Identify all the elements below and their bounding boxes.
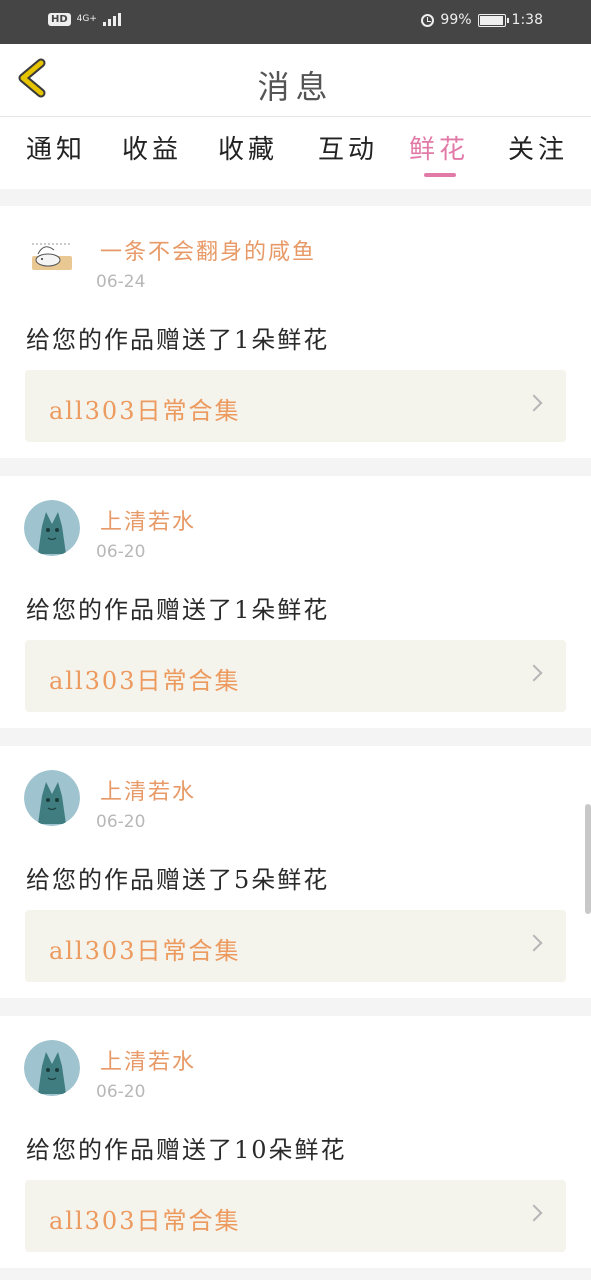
- avatar[interactable]: [24, 500, 80, 556]
- network-label: 4G+: [76, 13, 97, 24]
- tab-bar: 通知 收益 收藏 互动 鲜花 关注: [0, 117, 591, 189]
- work-link[interactable]: all303日常合集: [25, 640, 566, 712]
- alarm-icon: [421, 13, 435, 27]
- cat-avatar-icon: [24, 770, 80, 826]
- battery-icon: [477, 13, 509, 27]
- app-header: 消息: [0, 44, 591, 117]
- network-type: 4G+: [76, 13, 97, 24]
- tab-interactions[interactable]: 互动: [318, 129, 378, 166]
- message-text: 给您的作品赠送了1朵鲜花: [26, 326, 330, 354]
- message-date: 06-20: [96, 1082, 146, 1102]
- work-link[interactable]: all303日常合集: [25, 1180, 566, 1252]
- message-card: 上清若水 06-20 给您的作品赠送了10朵鲜花 all303日常合集: [0, 1016, 591, 1268]
- avatar[interactable]: [24, 770, 80, 826]
- status-left: HD 4G+: [48, 12, 121, 26]
- tab-notifications[interactable]: 通知: [26, 129, 86, 166]
- user-name[interactable]: 上清若水: [100, 774, 196, 806]
- message-text: 给您的作品赠送了1朵鲜花: [26, 596, 330, 624]
- tab-follows[interactable]: 关注: [508, 129, 568, 166]
- message-date: 06-20: [96, 812, 146, 832]
- chevron-right-icon: [525, 1204, 543, 1222]
- chevron-right-icon: [525, 664, 543, 682]
- message-card: 上清若水 06-20 给您的作品赠送了5朵鲜花 all303日常合集: [0, 746, 591, 998]
- signal-icon: [102, 12, 121, 26]
- message-card: 一条不会翻身的咸鱼 06-24 给您的作品赠送了1朵鲜花 all303日常合集: [0, 206, 591, 458]
- user-name[interactable]: 上清若水: [100, 1044, 196, 1076]
- clock: 1:38: [511, 12, 543, 28]
- message-date: 06-24: [96, 272, 146, 292]
- hd-badge: HD: [48, 12, 71, 26]
- fish-avatar-icon: [24, 230, 80, 286]
- chevron-right-icon: [525, 394, 543, 412]
- avatar[interactable]: [24, 230, 80, 286]
- tab-flowers[interactable]: 鲜花: [409, 129, 469, 166]
- message-text: 给您的作品赠送了10朵鲜花: [26, 1136, 347, 1164]
- message-card: 上清若水 06-20 给您的作品赠送了1朵鲜花 all303日常合集: [0, 476, 591, 728]
- status-right: 99% 1:38: [421, 12, 543, 28]
- scrollbar[interactable]: [585, 804, 591, 914]
- chevron-right-icon: [525, 934, 543, 952]
- work-title: all303日常合集: [49, 1207, 241, 1235]
- page-title: 消息: [257, 68, 334, 106]
- user-name[interactable]: 上清若水: [100, 504, 196, 536]
- user-name[interactable]: 一条不会翻身的咸鱼: [100, 234, 316, 266]
- battery-percent: 99%: [440, 12, 472, 28]
- work-title: all303日常合集: [49, 667, 241, 695]
- tab-earnings[interactable]: 收益: [122, 129, 182, 166]
- work-link[interactable]: all303日常合集: [25, 910, 566, 982]
- work-title: all303日常合集: [49, 937, 241, 965]
- work-link[interactable]: all303日常合集: [25, 370, 566, 442]
- cat-avatar-icon: [24, 500, 80, 556]
- work-title: all303日常合集: [49, 397, 241, 425]
- message-date: 06-20: [96, 542, 146, 562]
- active-tab-indicator: [424, 173, 456, 177]
- status-bar: HD 4G+ 99% 1:38: [0, 0, 591, 44]
- cat-avatar-icon: [24, 1040, 80, 1096]
- message-text: 给您的作品赠送了5朵鲜花: [26, 866, 330, 894]
- avatar[interactable]: [24, 1040, 80, 1096]
- tab-favorites[interactable]: 收藏: [218, 129, 278, 166]
